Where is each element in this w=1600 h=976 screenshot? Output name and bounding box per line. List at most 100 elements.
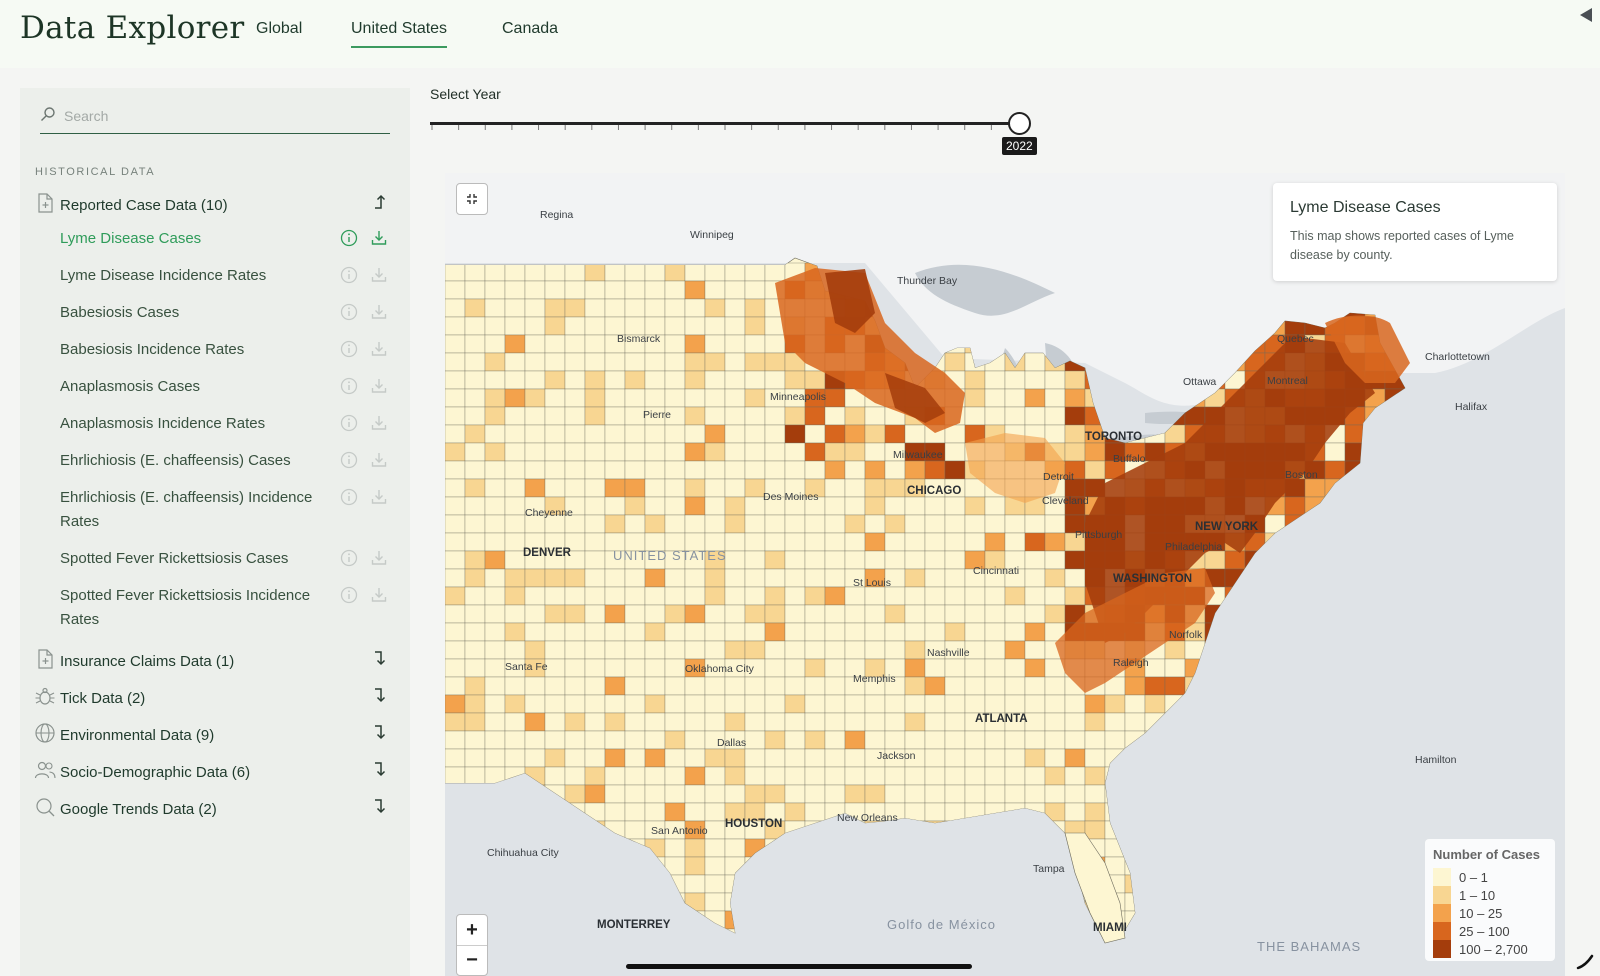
- county-cell[interactable]: [1125, 677, 1145, 695]
- county-cell[interactable]: [645, 641, 665, 659]
- county-cell[interactable]: [565, 767, 585, 785]
- county-cell[interactable]: [565, 281, 585, 299]
- county-cell[interactable]: [825, 425, 845, 443]
- county-cell[interactable]: [545, 425, 565, 443]
- county-cell[interactable]: [805, 425, 825, 443]
- county-cell[interactable]: [605, 803, 625, 821]
- county-cell[interactable]: [645, 281, 665, 299]
- county-cell[interactable]: [465, 353, 485, 371]
- county-cell[interactable]: [885, 551, 905, 569]
- county-cell[interactable]: [545, 659, 565, 677]
- county-cell[interactable]: [885, 623, 905, 641]
- county-cell[interactable]: [685, 857, 705, 875]
- county-cell[interactable]: [745, 731, 765, 749]
- county-cell[interactable]: [805, 713, 825, 731]
- county-cell[interactable]: [465, 425, 485, 443]
- county-cell[interactable]: [705, 371, 725, 389]
- county-cell[interactable]: [645, 497, 665, 515]
- county-cell[interactable]: [665, 659, 685, 677]
- county-cell[interactable]: [585, 641, 605, 659]
- county-cell[interactable]: [825, 641, 845, 659]
- county-cell[interactable]: [845, 551, 865, 569]
- county-cell[interactable]: [605, 659, 625, 677]
- county-cell[interactable]: [485, 533, 505, 551]
- county-cell[interactable]: [905, 659, 925, 677]
- county-cell[interactable]: [645, 749, 665, 767]
- county-cell[interactable]: [725, 839, 745, 857]
- county-cell[interactable]: [925, 695, 945, 713]
- county-cell[interactable]: [705, 857, 725, 875]
- county-cell[interactable]: [645, 353, 665, 371]
- county-cell[interactable]: [985, 515, 1005, 533]
- dataset-ehrlichiosis-incidence-rates[interactable]: Ehrlichiosis (E. chaffeensis) Incidence …: [20, 486, 410, 534]
- county-cell[interactable]: [525, 317, 545, 335]
- county-cell[interactable]: [785, 551, 805, 569]
- expand-arrow-icon[interactable]: [372, 759, 388, 779]
- county-cell[interactable]: [565, 353, 585, 371]
- county-cell[interactable]: [645, 587, 665, 605]
- county-cell[interactable]: [505, 713, 525, 731]
- county-cell[interactable]: [445, 371, 465, 389]
- county-cell[interactable]: [705, 641, 725, 659]
- county-cell[interactable]: [945, 767, 965, 785]
- county-cell[interactable]: [1005, 407, 1025, 425]
- county-cell[interactable]: [585, 785, 605, 803]
- county-cell[interactable]: [545, 695, 565, 713]
- county-cell[interactable]: [685, 785, 705, 803]
- county-cell[interactable]: [745, 551, 765, 569]
- county-cell[interactable]: [445, 335, 465, 353]
- county-cell[interactable]: [665, 785, 685, 803]
- county-cell[interactable]: [705, 785, 725, 803]
- county-cell[interactable]: [545, 605, 565, 623]
- county-cell[interactable]: [585, 569, 605, 587]
- county-cell[interactable]: [1025, 767, 1045, 785]
- county-cell[interactable]: [845, 425, 865, 443]
- county-cell[interactable]: [965, 497, 985, 515]
- county-cell[interactable]: [965, 605, 985, 623]
- county-cell[interactable]: [905, 587, 925, 605]
- county-cell[interactable]: [965, 623, 985, 641]
- county-cell[interactable]: [585, 695, 605, 713]
- download-icon[interactable]: [370, 586, 388, 604]
- county-cell[interactable]: [825, 479, 845, 497]
- county-cell[interactable]: [865, 407, 885, 425]
- county-cell[interactable]: [965, 515, 985, 533]
- county-cell[interactable]: [505, 605, 525, 623]
- county-cell[interactable]: [665, 281, 685, 299]
- county-cell[interactable]: [585, 767, 605, 785]
- county-cell[interactable]: [465, 461, 485, 479]
- county-cell[interactable]: [805, 551, 825, 569]
- county-cell[interactable]: [1205, 551, 1225, 569]
- county-cell[interactable]: [545, 443, 565, 461]
- county-cell[interactable]: [765, 533, 785, 551]
- county-cell[interactable]: [985, 533, 1005, 551]
- county-cell[interactable]: [905, 461, 925, 479]
- county-cell[interactable]: [525, 371, 545, 389]
- county-cell[interactable]: [465, 605, 485, 623]
- info-icon[interactable]: [340, 451, 358, 469]
- county-cell[interactable]: [485, 641, 505, 659]
- county-cell[interactable]: [1105, 713, 1125, 731]
- county-cell[interactable]: [445, 695, 465, 713]
- county-cell[interactable]: [525, 713, 545, 731]
- county-cell[interactable]: [685, 353, 705, 371]
- county-cell[interactable]: [1325, 443, 1345, 461]
- county-cell[interactable]: [1025, 371, 1045, 389]
- county-cell[interactable]: [1005, 389, 1025, 407]
- county-cell[interactable]: [605, 479, 625, 497]
- county-cell[interactable]: [705, 749, 725, 767]
- county-cell[interactable]: [825, 389, 845, 407]
- county-cell[interactable]: [625, 623, 645, 641]
- county-cell[interactable]: [925, 677, 945, 695]
- county-cell[interactable]: [665, 641, 685, 659]
- county-cell[interactable]: [725, 569, 745, 587]
- download-icon[interactable]: [370, 414, 388, 432]
- county-cell[interactable]: [825, 659, 845, 677]
- county-cell[interactable]: [1025, 659, 1045, 677]
- county-cell[interactable]: [445, 407, 465, 425]
- county-cell[interactable]: [725, 299, 745, 317]
- download-icon[interactable]: [370, 303, 388, 321]
- county-cell[interactable]: [505, 353, 525, 371]
- county-cell[interactable]: [665, 335, 685, 353]
- county-cell[interactable]: [825, 731, 845, 749]
